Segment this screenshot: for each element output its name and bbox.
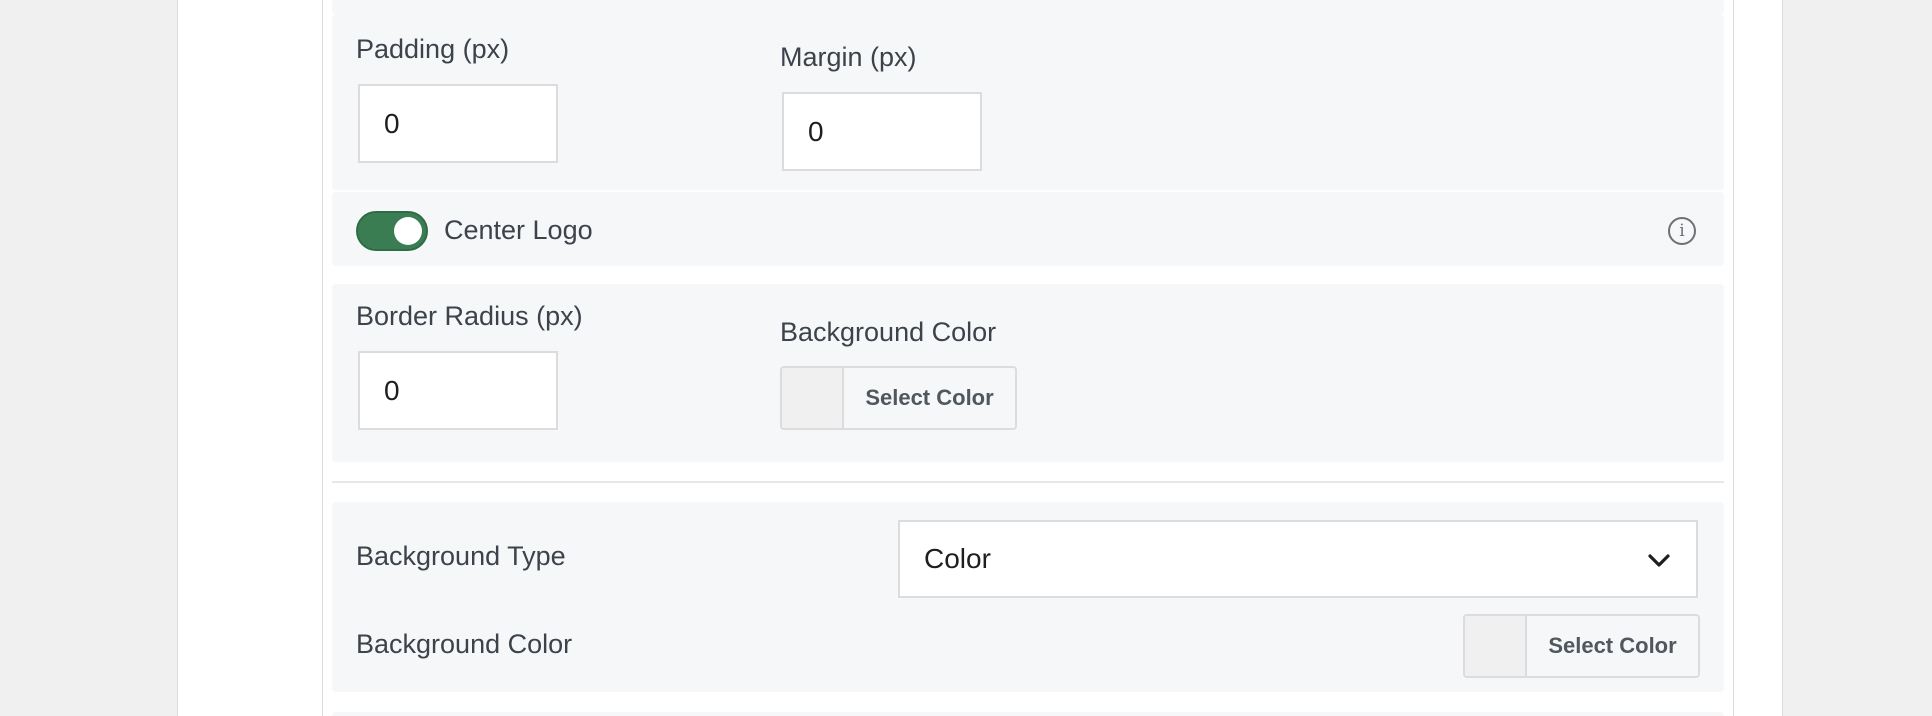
background-color-button[interactable]: Select Color [1463,614,1700,678]
logo-background-color-label: Background Color [780,317,997,347]
padding-label: Padding (px) [356,34,510,64]
select-color-label: Select Color [865,385,994,410]
border-radius-input[interactable]: 0 [358,351,558,430]
background-type-label: Background Type [356,541,566,571]
info-icon[interactable]: i [1668,217,1696,245]
toggle-knob [394,217,422,245]
padding-input[interactable]: 0 [358,84,558,163]
background-type-value: Color [924,543,991,574]
border-radius-label: Border Radius (px) [356,301,583,331]
color-swatch [782,368,844,428]
section-divider [332,481,1724,483]
margin-label: Margin (px) [780,42,917,72]
logo-background-color-button[interactable]: Select Color [780,366,1017,430]
chevron-down-icon [1648,554,1670,567]
center-logo-toggle[interactable] [356,211,428,251]
color-swatch [1465,616,1527,676]
select-color-label: Select Color [1548,633,1677,658]
panel-top [332,0,1724,14]
center-logo-label: Center Logo [444,215,593,245]
background-color-label: Background Color [356,629,573,659]
background-type-select[interactable]: Color [898,520,1698,598]
panel-bottom [332,712,1724,716]
margin-input[interactable]: 0 [782,92,982,171]
